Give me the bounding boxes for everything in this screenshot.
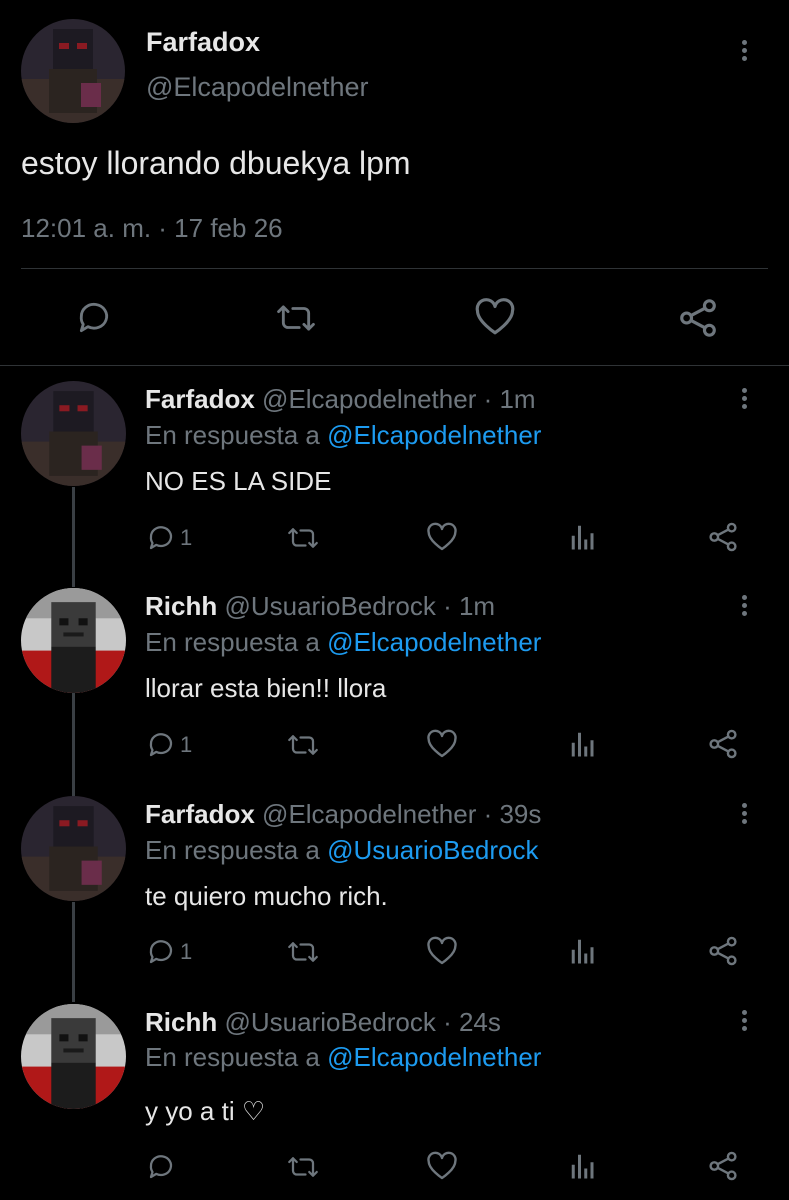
relative-time: · 24s	[443, 1007, 501, 1037]
analytics-icon[interactable]	[568, 729, 598, 759]
reply-header: Farfadox @Elcapodelnether · 39s	[145, 799, 541, 830]
reply-prefix: En respuesta a	[145, 420, 320, 450]
reply-context: En respuesta a @Elcapodelnether	[145, 1042, 541, 1073]
relative-time: · 1m	[443, 591, 496, 621]
like-icon[interactable]	[426, 1151, 458, 1181]
avatar-richh[interactable]	[21, 1004, 126, 1109]
retweet-icon[interactable]	[285, 730, 321, 760]
like-icon[interactable]	[474, 297, 516, 337]
reply-text: llorar esta bien!! llora	[145, 673, 387, 703]
timestamp: 12:01 a. m. · 17 feb 26	[21, 213, 283, 243]
reply-count: 1	[180, 525, 193, 550]
thread-line	[72, 902, 75, 1002]
tweet-text: estoy llorando dbuekya lpm	[21, 145, 411, 181]
like-icon[interactable]	[426, 522, 458, 552]
display-name[interactable]: Richh	[145, 1007, 217, 1037]
reply-context: En respuesta a @Elcapodelnether	[145, 420, 541, 451]
relative-time: · 39s	[483, 799, 542, 829]
handle[interactable]: @Elcapodelnether	[262, 384, 476, 414]
handle[interactable]: @Elcapodelnether	[262, 799, 476, 829]
handle[interactable]: @UsuarioBedrock	[224, 1007, 435, 1037]
share-icon[interactable]	[707, 1150, 739, 1182]
avatar-richh[interactable]	[21, 588, 126, 693]
like-icon[interactable]	[426, 936, 458, 966]
display-name[interactable]: Farfadox	[145, 384, 255, 414]
reply-prefix: En respuesta a	[145, 835, 320, 865]
relative-time: · 1m	[483, 384, 536, 414]
reply-icon[interactable]	[146, 1152, 176, 1182]
more-options-icon[interactable]	[742, 595, 748, 619]
reply-count: 1	[180, 939, 193, 964]
mention-link[interactable]: @UsuarioBedrock	[327, 835, 538, 865]
reply-prefix: En respuesta a	[145, 1042, 320, 1072]
more-options-icon[interactable]	[742, 40, 748, 64]
avatar-farfadox[interactable]	[21, 796, 126, 901]
analytics-icon[interactable]	[568, 522, 598, 552]
share-icon[interactable]	[707, 728, 739, 760]
like-icon[interactable]	[426, 729, 458, 759]
display-name[interactable]: Farfadox	[145, 799, 255, 829]
handle[interactable]: @UsuarioBedrock	[224, 591, 435, 621]
mention-link[interactable]: @Elcapodelnether	[327, 420, 541, 450]
reply-header: Richh @UsuarioBedrock · 1m	[145, 591, 495, 622]
display-name[interactable]: Richh	[145, 591, 217, 621]
reply-header: Farfadox @Elcapodelnether · 1m	[145, 384, 536, 415]
avatar-farfadox[interactable]	[21, 381, 126, 486]
mention-link[interactable]: @Elcapodelnether	[327, 627, 541, 657]
retweet-icon[interactable]	[285, 1152, 321, 1182]
reply-text: te quiero mucho rich.	[145, 881, 388, 911]
more-options-icon[interactable]	[742, 1010, 748, 1034]
reply-icon[interactable]	[146, 523, 176, 553]
reply-prefix: En respuesta a	[145, 627, 320, 657]
display-name[interactable]: Farfadox	[146, 27, 260, 58]
thread-line	[72, 487, 75, 587]
reply-context: En respuesta a @Elcapodelnether	[145, 627, 541, 658]
analytics-icon[interactable]	[568, 936, 598, 966]
reply-count: 1	[180, 732, 193, 757]
share-icon[interactable]	[707, 935, 739, 967]
reply-header: Richh @UsuarioBedrock · 24s	[145, 1007, 501, 1038]
more-options-icon[interactable]	[742, 388, 748, 412]
avatar-farfadox[interactable]	[21, 19, 125, 123]
divider	[21, 268, 768, 269]
mention-link[interactable]: @Elcapodelnether	[327, 1042, 541, 1072]
reply-icon[interactable]	[146, 937, 176, 967]
reply-icon[interactable]	[75, 299, 113, 337]
reply-text: y yo a ti ♡	[145, 1096, 266, 1126]
divider	[0, 365, 789, 366]
share-icon[interactable]	[677, 297, 719, 339]
handle[interactable]: @Elcapodelnether	[146, 72, 369, 103]
retweet-icon[interactable]	[273, 299, 319, 337]
reply-context: En respuesta a @UsuarioBedrock	[145, 835, 539, 866]
share-icon[interactable]	[707, 521, 739, 553]
reply-text: NO ES LA SIDE	[145, 466, 332, 496]
retweet-icon[interactable]	[285, 523, 321, 553]
thread-line	[72, 693, 75, 796]
retweet-icon[interactable]	[285, 937, 321, 967]
more-options-icon[interactable]	[742, 803, 748, 827]
analytics-icon[interactable]	[568, 1151, 598, 1181]
reply-icon[interactable]	[146, 730, 176, 760]
